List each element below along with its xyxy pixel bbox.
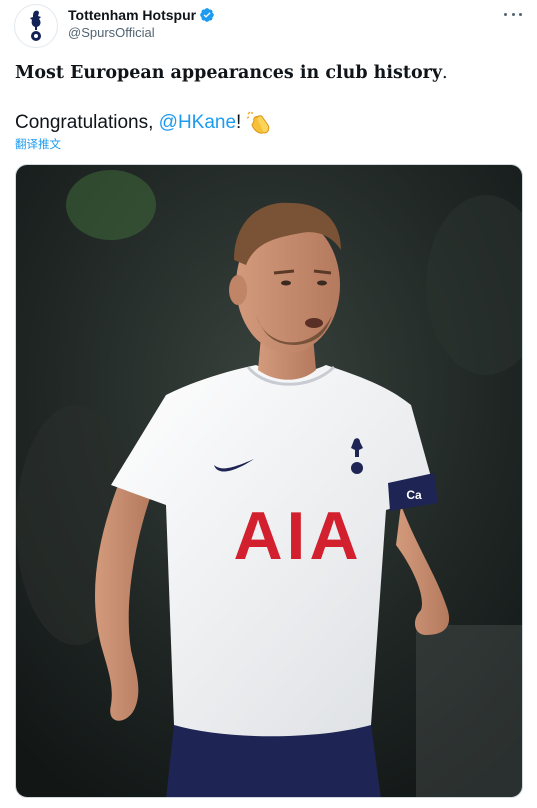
author-handle[interactable]: @SpursOfficial [68, 25, 155, 41]
translate-tweet-link[interactable]: 翻译推文 [15, 138, 61, 152]
shirt-sponsor-text: AIA [233, 498, 362, 574]
verified-badge-icon [200, 8, 214, 22]
tweet-text-line1: Most European appearances in club histor… [15, 61, 448, 85]
tweet-card: Tottenham Hotspur @SpursOfficial Most Eu… [0, 0, 537, 808]
player-photo-illustration: Ca AIA [16, 165, 522, 797]
author-name-row[interactable]: Tottenham Hotspur [68, 6, 215, 24]
tweet-text-suffix: ! [236, 112, 242, 133]
tweet-headline-period: . [442, 63, 448, 83]
tweet-headline: Most European appearances in club histor… [15, 63, 443, 83]
more-options-icon[interactable] [504, 6, 522, 22]
tweet-text-line2: Congratulations, @HKane ! [15, 110, 271, 136]
tweet-photo[interactable]: Ca AIA [15, 164, 523, 798]
clapping-hands-icon [247, 111, 270, 134]
armband-text: Ca [406, 488, 422, 502]
author-avatar[interactable] [14, 4, 58, 48]
spurs-cockerel-icon [30, 10, 41, 41]
mention-link[interactable]: @HKane [159, 110, 236, 136]
tweet-text-prefix: Congratulations, [15, 112, 159, 133]
author-display-name[interactable]: Tottenham Hotspur [68, 6, 196, 24]
